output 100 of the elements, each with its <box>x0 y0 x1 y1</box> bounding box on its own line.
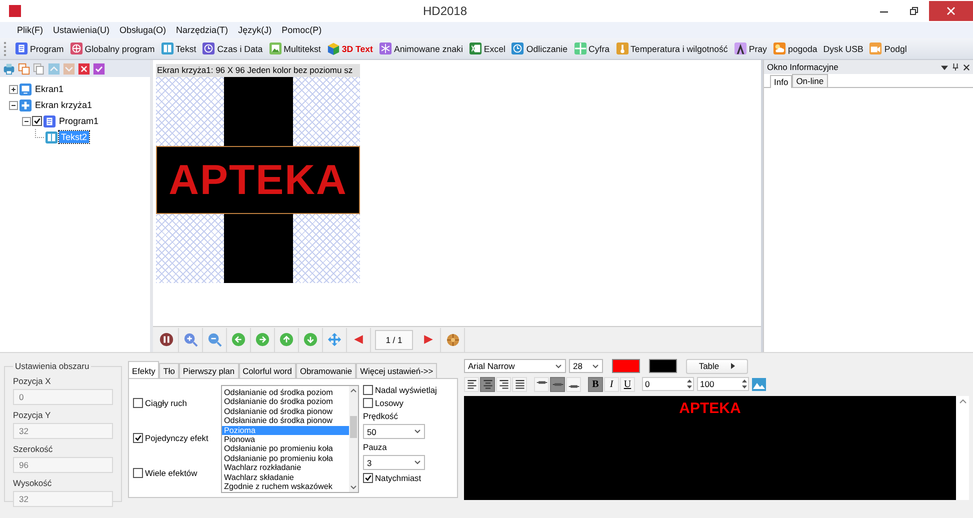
tab[interactable]: Colorful word <box>238 363 296 378</box>
text-editor[interactable]: APTEKA <box>464 396 956 500</box>
tree-item[interactable]: Program1 <box>57 115 101 127</box>
close-button[interactable] <box>929 1 973 21</box>
toolbar-button[interactable]: Pray <box>730 38 770 58</box>
scroll-up-icon[interactable] <box>958 399 966 404</box>
copy-icon[interactable] <box>18 62 30 74</box>
align-right-button[interactable] <box>496 376 511 392</box>
close-icon[interactable] <box>963 64 970 70</box>
menu-item[interactable]: Ustawienia(U) <box>53 25 110 35</box>
delete-icon[interactable] <box>78 62 90 74</box>
check-icon[interactable] <box>93 62 105 74</box>
menu-item[interactable]: Obsługa(O) <box>120 25 166 35</box>
pin-icon[interactable] <box>952 63 959 71</box>
toolbar-button[interactable]: Animowane znaki <box>376 38 466 58</box>
toolbar-button[interactable]: Dysk USB <box>820 38 866 58</box>
dropdown[interactable]: 50 <box>363 424 425 439</box>
menu-item[interactable]: Język(J) <box>238 25 272 35</box>
toolbar-button[interactable]: Czas i Data <box>199 38 266 58</box>
tab[interactable]: Efekty <box>128 361 160 378</box>
book-icon <box>160 42 174 55</box>
tree-item[interactable]: Ekran krzyża1 <box>33 99 94 111</box>
list-item[interactable]: Zgodnie z ruchem wskazówek <box>222 482 349 492</box>
toolbar-button[interactable]: Odliczanie <box>508 38 570 58</box>
align-middle-button[interactable] <box>550 376 565 392</box>
restore-icon <box>909 6 919 16</box>
menu-item[interactable]: Pomoc(P) <box>282 25 322 35</box>
toolbar-button[interactable]: Multitekst <box>266 38 324 58</box>
list-item[interactable]: Wachlarz składanie <box>222 472 349 482</box>
toolbar-button[interactable]: Podgl <box>866 38 910 58</box>
arrow-right-icon <box>255 332 270 347</box>
italic-button[interactable]: I <box>604 376 619 392</box>
text-color-swatch[interactable] <box>612 359 640 373</box>
align-center-button[interactable] <box>480 376 495 392</box>
transparent-area <box>156 77 224 146</box>
list-item[interactable]: Odsłanianie od środka poziom <box>222 388 349 398</box>
arrow-down-icon <box>303 332 318 347</box>
menu-item[interactable]: Plik(F) <box>17 25 43 35</box>
toolbar-button[interactable]: Excel <box>466 38 508 58</box>
collapse-icon[interactable] <box>22 116 31 126</box>
toolbar-button[interactable]: pogoda <box>770 38 820 58</box>
pages-icon[interactable] <box>33 62 45 74</box>
list-item[interactable]: Wachlarz rozkładanie <box>222 463 349 473</box>
checkbox[interactable] <box>363 385 373 395</box>
field-label: Prędkość <box>363 411 399 421</box>
tower-icon <box>734 42 747 55</box>
list-item[interactable]: Odsłanianie po promieniu koła <box>222 444 349 454</box>
list-item[interactable]: Pionowa <box>222 434 349 444</box>
collapse-icon[interactable] <box>9 100 18 110</box>
checkbox[interactable] <box>133 468 143 478</box>
tree-item[interactable]: Ekran1 <box>33 83 66 95</box>
list-item[interactable]: Odsłanianie do środka pionow <box>222 416 349 426</box>
background-color-swatch[interactable] <box>649 359 677 373</box>
align-top-button[interactable] <box>534 376 549 392</box>
image-icon[interactable] <box>752 378 766 390</box>
toolbar-button[interactable]: Globalny program <box>66 38 158 58</box>
checkbox[interactable] <box>363 473 373 483</box>
tab[interactable]: On-line <box>792 74 828 87</box>
align-bottom-button[interactable] <box>566 376 581 392</box>
toolbar-button[interactable]: Program <box>12 38 67 58</box>
checkbox[interactable] <box>363 398 373 408</box>
thermometer-icon <box>616 42 629 55</box>
dropdown[interactable]: 3 <box>363 455 425 470</box>
menu-item[interactable]: Narzędzia(T) <box>176 25 228 35</box>
font-dropdown[interactable]: Arial Narrow <box>464 359 566 373</box>
size-dropdown[interactable]: 28 <box>569 359 603 373</box>
toolbar-button[interactable]: Temperatura i wilgotność <box>612 38 731 58</box>
spin-field[interactable]: 100 <box>697 377 749 391</box>
globe-icon <box>70 42 83 55</box>
tab[interactable]: Obramowanie <box>296 363 356 378</box>
document-icon <box>43 114 56 128</box>
align-left-button[interactable] <box>464 376 479 392</box>
checkbox[interactable] <box>133 432 143 443</box>
scrollbar[interactable] <box>349 386 358 492</box>
expand-icon[interactable] <box>9 84 18 94</box>
spinner-arrows-icon[interactable] <box>686 378 693 390</box>
group-title: Ustawienia obszaru <box>14 361 90 371</box>
list-item[interactable]: Odsłanianie do środka poziom <box>222 397 349 407</box>
underline-button[interactable]: U <box>620 376 635 392</box>
table-button[interactable]: Table <box>686 358 748 374</box>
page-indicator: 1 / 1 <box>375 330 413 350</box>
toolbar-button[interactable]: 3D Text <box>324 38 376 58</box>
bold-button[interactable]: B <box>588 376 603 392</box>
checkbox[interactable] <box>32 116 42 126</box>
toolbar-button[interactable]: Tekst <box>158 38 200 58</box>
checkbox[interactable] <box>133 398 143 408</box>
field-label: Szerokość <box>13 444 54 454</box>
align-justify-button[interactable] <box>512 376 527 392</box>
tab[interactable]: Więcej ustawień->> <box>356 363 438 378</box>
dropdown-arrow-icon[interactable] <box>941 64 948 70</box>
toolbar-button[interactable]: Cyfra <box>570 38 613 58</box>
printer-icon[interactable] <box>3 62 15 74</box>
spinner-arrows-icon[interactable] <box>741 378 748 390</box>
tab[interactable]: Tło <box>159 363 179 378</box>
list-item[interactable]: Odsłanianie od środka pionow <box>222 406 349 416</box>
list-item[interactable]: Odsłanianie po promieniu koła <box>222 454 349 464</box>
move-icon <box>327 332 342 347</box>
tab[interactable]: Info <box>770 75 792 88</box>
tab[interactable]: Pierwszy plan <box>178 363 239 378</box>
spin-field[interactable]: 0 <box>642 377 694 391</box>
